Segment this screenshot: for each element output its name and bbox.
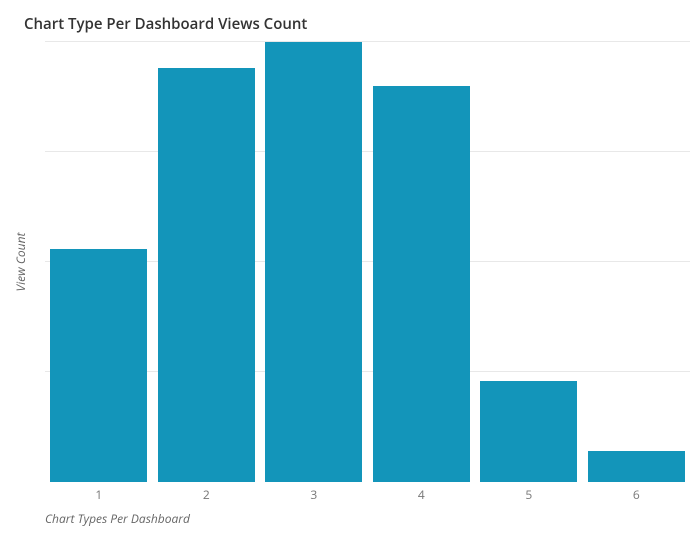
bar-4 [373,86,470,482]
bar-slot [583,42,691,482]
x-axis-ticks: 1 2 3 4 5 6 [45,486,690,503]
bar-3 [265,42,362,482]
x-tick: 1 [45,486,153,503]
bar-slot [260,42,368,482]
x-tick: 2 [153,486,261,503]
bar-2 [158,68,255,482]
bar-1 [50,249,147,482]
x-axis-label: Chart Types Per Dashboard [45,510,190,527]
y-axis-label: View Count [12,233,29,292]
bar-group [45,42,690,482]
bar-5 [480,381,577,482]
bar-slot [45,42,153,482]
x-tick: 4 [368,486,476,503]
chart-title: Chart Type Per Dashboard Views Count [24,14,307,34]
x-tick: 3 [260,486,368,503]
plot-area [45,42,690,482]
bar-slot [153,42,261,482]
bar-6 [588,451,685,482]
bar-slot [475,42,583,482]
x-tick: 5 [475,486,583,503]
bar-slot [368,42,476,482]
x-tick: 6 [583,486,691,503]
